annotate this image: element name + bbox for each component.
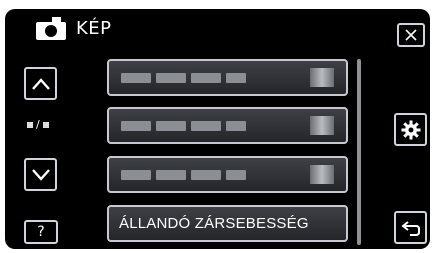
page-separator: / (36, 118, 40, 131)
menu-item-constant-shutter-speed[interactable]: ÁLLANDÓ ZÁRSEBESSÉG (107, 205, 348, 242)
menu-item[interactable] (107, 107, 348, 144)
chevron-up-icon (31, 77, 50, 90)
return-icon (400, 220, 420, 236)
settings-button[interactable] (394, 113, 427, 146)
help-label: ? (37, 224, 45, 240)
help-button[interactable]: ? (24, 220, 58, 244)
close-button[interactable] (397, 23, 425, 47)
blurred-label (121, 170, 246, 180)
value-indicator (310, 68, 334, 87)
page-indicator: / (27, 118, 49, 131)
camera-icon (36, 16, 66, 40)
blurred-label (121, 73, 246, 83)
close-icon (405, 29, 417, 41)
chevron-down-icon (31, 168, 50, 181)
menu-item[interactable] (107, 59, 348, 96)
menu-title: KÉP (76, 17, 112, 39)
menu-item-label: ÁLLANDÓ ZÁRSEBESSÉG (119, 215, 309, 232)
menu-header: KÉP (36, 16, 112, 40)
page-dot (42, 121, 49, 128)
value-indicator (310, 165, 334, 184)
page-dot (27, 121, 33, 128)
return-button[interactable] (394, 211, 427, 244)
blurred-label (121, 121, 246, 131)
menu-item[interactable] (107, 156, 348, 193)
scroll-up-button[interactable] (24, 67, 57, 100)
scrollbar[interactable] (357, 59, 361, 245)
value-indicator (310, 116, 334, 135)
gear-icon (401, 120, 420, 139)
scroll-down-button[interactable] (24, 158, 57, 191)
